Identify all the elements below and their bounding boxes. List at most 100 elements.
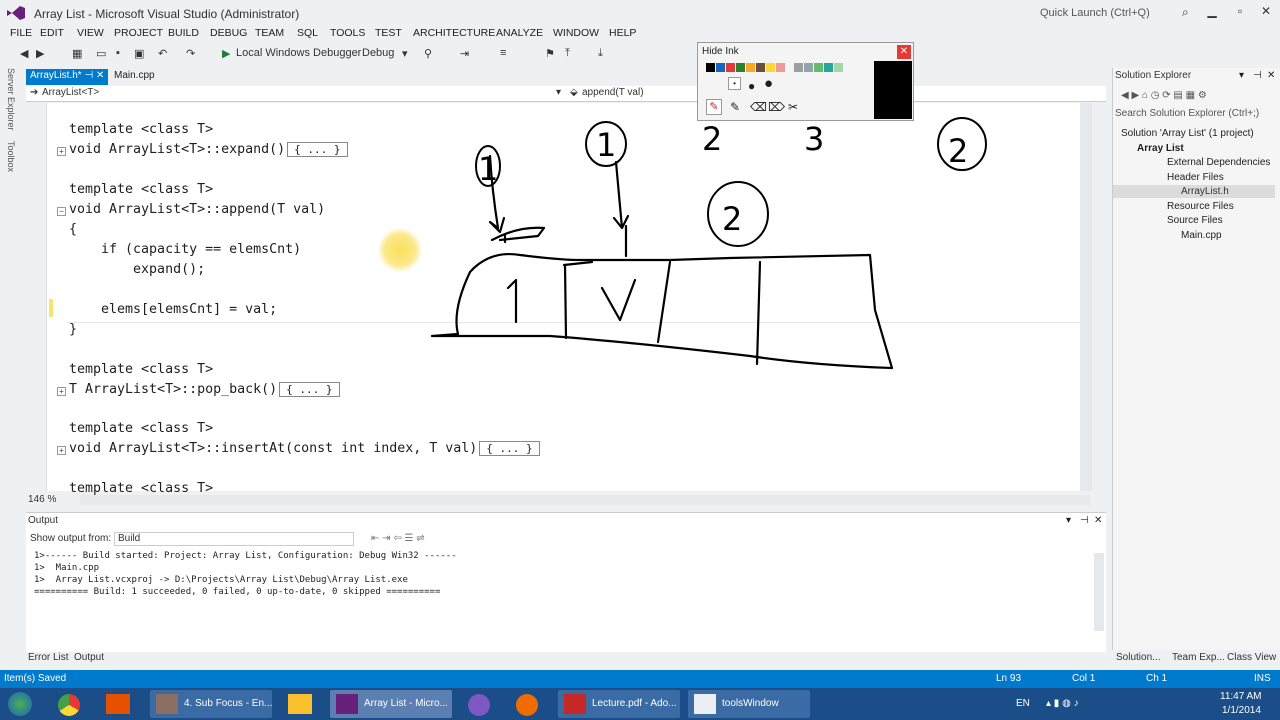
- close-icon[interactable]: ✕: [897, 45, 911, 59]
- tab-arraylist-h[interactable]: ArrayList.h* ⊣ ✕: [26, 69, 109, 85]
- tree-project[interactable]: Array List: [1137, 143, 1184, 154]
- chevron-down-icon[interactable]: ▾: [1066, 515, 1071, 526]
- indent-icon[interactable]: ⇥: [460, 47, 469, 60]
- tab-main-cpp[interactable]: Main.cpp: [110, 69, 159, 85]
- tree-header-files[interactable]: Header Files: [1167, 172, 1224, 183]
- quick-launch-input[interactable]: Quick Launch (Ctrl+Q): [1038, 6, 1198, 23]
- editor-vertical-scrollbar[interactable]: [1080, 103, 1092, 491]
- menu-team[interactable]: TEAM: [255, 27, 284, 39]
- file-explorer-icon[interactable]: [288, 694, 312, 714]
- chevron-down-icon[interactable]: ▾: [1239, 70, 1244, 81]
- menu-tools[interactable]: TOOLS: [330, 27, 365, 39]
- solution-search-input[interactable]: Search Solution Explorer (Ctrl+;): [1115, 108, 1275, 123]
- stroke-eraser-icon[interactable]: ⌦: [768, 100, 785, 114]
- next-bookmark-icon[interactable]: ⤓: [598, 47, 603, 60]
- debugger-select[interactable]: Local Windows Debugger: [236, 47, 361, 59]
- menu-project[interactable]: PROJECT: [114, 27, 163, 39]
- menu-window[interactable]: WINDOW: [553, 27, 599, 39]
- chevron-down-icon[interactable]: ▾: [556, 87, 561, 98]
- start-debug-icon[interactable]: ▶: [222, 47, 230, 60]
- menu-debug[interactable]: DEBUG: [210, 27, 247, 39]
- tab-team-explorer[interactable]: Team Exp...: [1172, 652, 1225, 663]
- taskbar-item-tools-window[interactable]: toolsWindow: [688, 690, 810, 718]
- config-select[interactable]: Debug: [362, 47, 394, 59]
- tree-source-files[interactable]: Source Files: [1167, 215, 1223, 226]
- member-dropdown[interactable]: append(T val): [582, 87, 644, 98]
- color-swatch[interactable]: [776, 63, 785, 72]
- close-icon[interactable]: ✕: [1267, 70, 1275, 81]
- editor-horizontal-scrollbar[interactable]: [80, 495, 1090, 505]
- firefox-icon[interactable]: [516, 694, 538, 716]
- tree-solution[interactable]: Solution 'Array List' (1 project): [1121, 128, 1254, 139]
- open-file-icon[interactable]: ▭: [96, 47, 106, 60]
- pen-size-large-icon[interactable]: ●: [764, 75, 773, 92]
- close-window-button[interactable]: ✕: [1256, 4, 1276, 18]
- color-swatch[interactable]: [794, 63, 803, 72]
- expand-icon[interactable]: +: [57, 147, 66, 156]
- output-source-select[interactable]: Build: [114, 532, 354, 546]
- color-swatch[interactable]: [814, 63, 823, 72]
- close-icon[interactable]: ✕: [96, 70, 104, 81]
- pin-icon[interactable]: ⊣: [1080, 515, 1089, 526]
- clock-date[interactable]: 1/1/2014: [1222, 705, 1261, 716]
- menu-analyze[interactable]: ANALYZE: [496, 27, 543, 39]
- menu-help[interactable]: HELP: [609, 27, 636, 39]
- menu-build[interactable]: BUILD: [168, 27, 199, 39]
- tab-output[interactable]: Output: [74, 652, 104, 663]
- tray-icons[interactable]: ▴ ▮ ◍ ♪: [1046, 698, 1079, 709]
- menu-view[interactable]: VIEW: [77, 27, 104, 39]
- taskbar-item-subfocus[interactable]: 4. Sub Focus - En...: [150, 690, 272, 718]
- save-all-icon[interactable]: ▣: [134, 47, 144, 60]
- menu-architecture[interactable]: ARCHITECTURE: [413, 27, 495, 39]
- pen-size-small-icon[interactable]: •: [728, 77, 741, 90]
- pen-size-medium-icon[interactable]: ●: [748, 79, 755, 93]
- color-swatch[interactable]: [756, 63, 765, 72]
- redo-icon[interactable]: ↷: [186, 47, 195, 60]
- output-toolbar-icons[interactable]: ⇤ ⇥ ⇦ ☰ ⇌: [371, 533, 425, 544]
- back-icon[interactable]: ◀: [20, 47, 28, 60]
- clock-time[interactable]: 11:47 AM: [1220, 691, 1262, 702]
- zoom-level[interactable]: 146 %: [28, 494, 56, 505]
- expand-icon[interactable]: +: [57, 446, 66, 455]
- menu-test[interactable]: TEST: [375, 27, 402, 39]
- menu-edit[interactable]: EDIT: [40, 27, 64, 39]
- expand-icon[interactable]: +: [57, 387, 66, 396]
- tree-resource-files[interactable]: Resource Files: [1167, 201, 1234, 212]
- solution-toolbar-icons[interactable]: ◀ ▶ ⌂ ◷ ⟳ ▤ ▦ ⚙: [1121, 90, 1207, 101]
- tab-solution-explorer[interactable]: Solution...: [1116, 652, 1160, 663]
- tree-arraylist-h[interactable]: ArrayList.h: [1181, 186, 1229, 197]
- save-icon[interactable]: ▪: [116, 47, 120, 59]
- forward-icon[interactable]: ▶: [36, 47, 44, 60]
- new-project-icon[interactable]: ▦: [72, 47, 82, 60]
- taskbar-item-pdf[interactable]: Lecture.pdf - Ado...: [558, 690, 680, 718]
- tree-main-cpp[interactable]: Main.cpp: [1181, 230, 1222, 241]
- ink-toolbar-window[interactable]: Hide Ink ✕ • ● ● ✎ ✎ ⌫ ⌦ ✂: [697, 42, 914, 121]
- color-swatch[interactable]: [804, 63, 813, 72]
- scope-dropdown[interactable]: ArrayList<T>: [42, 87, 99, 98]
- color-swatch[interactable]: [766, 63, 775, 72]
- minimize-button[interactable]: ▁: [1202, 4, 1222, 18]
- color-swatch[interactable]: [746, 63, 755, 72]
- color-swatch[interactable]: [726, 63, 735, 72]
- tab-class-view[interactable]: Class View: [1227, 652, 1276, 663]
- app-icon[interactable]: [468, 694, 490, 716]
- server-explorer-tab[interactable]: Server Explorer: [6, 68, 16, 131]
- chrome-icon[interactable]: [58, 694, 80, 716]
- media-player-icon[interactable]: [106, 694, 130, 714]
- pin-icon[interactable]: ⊣: [84, 70, 96, 81]
- color-swatch[interactable]: [824, 63, 833, 72]
- maximize-button[interactable]: ▫: [1230, 4, 1250, 18]
- highlighter-icon[interactable]: ✎: [730, 100, 740, 114]
- language-indicator[interactable]: EN: [1016, 698, 1030, 709]
- color-swatch[interactable]: [706, 63, 715, 72]
- menu-file[interactable]: FILE: [10, 27, 32, 39]
- eraser-icon[interactable]: ⌫: [750, 100, 767, 114]
- close-icon[interactable]: ✕: [1094, 515, 1102, 526]
- collapse-icon[interactable]: −: [57, 207, 66, 216]
- menu-sql[interactable]: SQL: [297, 27, 318, 39]
- start-button[interactable]: [8, 692, 32, 716]
- toolbox-tab[interactable]: Toolbox: [6, 141, 16, 172]
- pin-icon[interactable]: ⊣: [1253, 70, 1262, 81]
- tab-error-list[interactable]: Error List: [28, 652, 69, 663]
- collapsed-block[interactable]: { ... }: [287, 142, 348, 157]
